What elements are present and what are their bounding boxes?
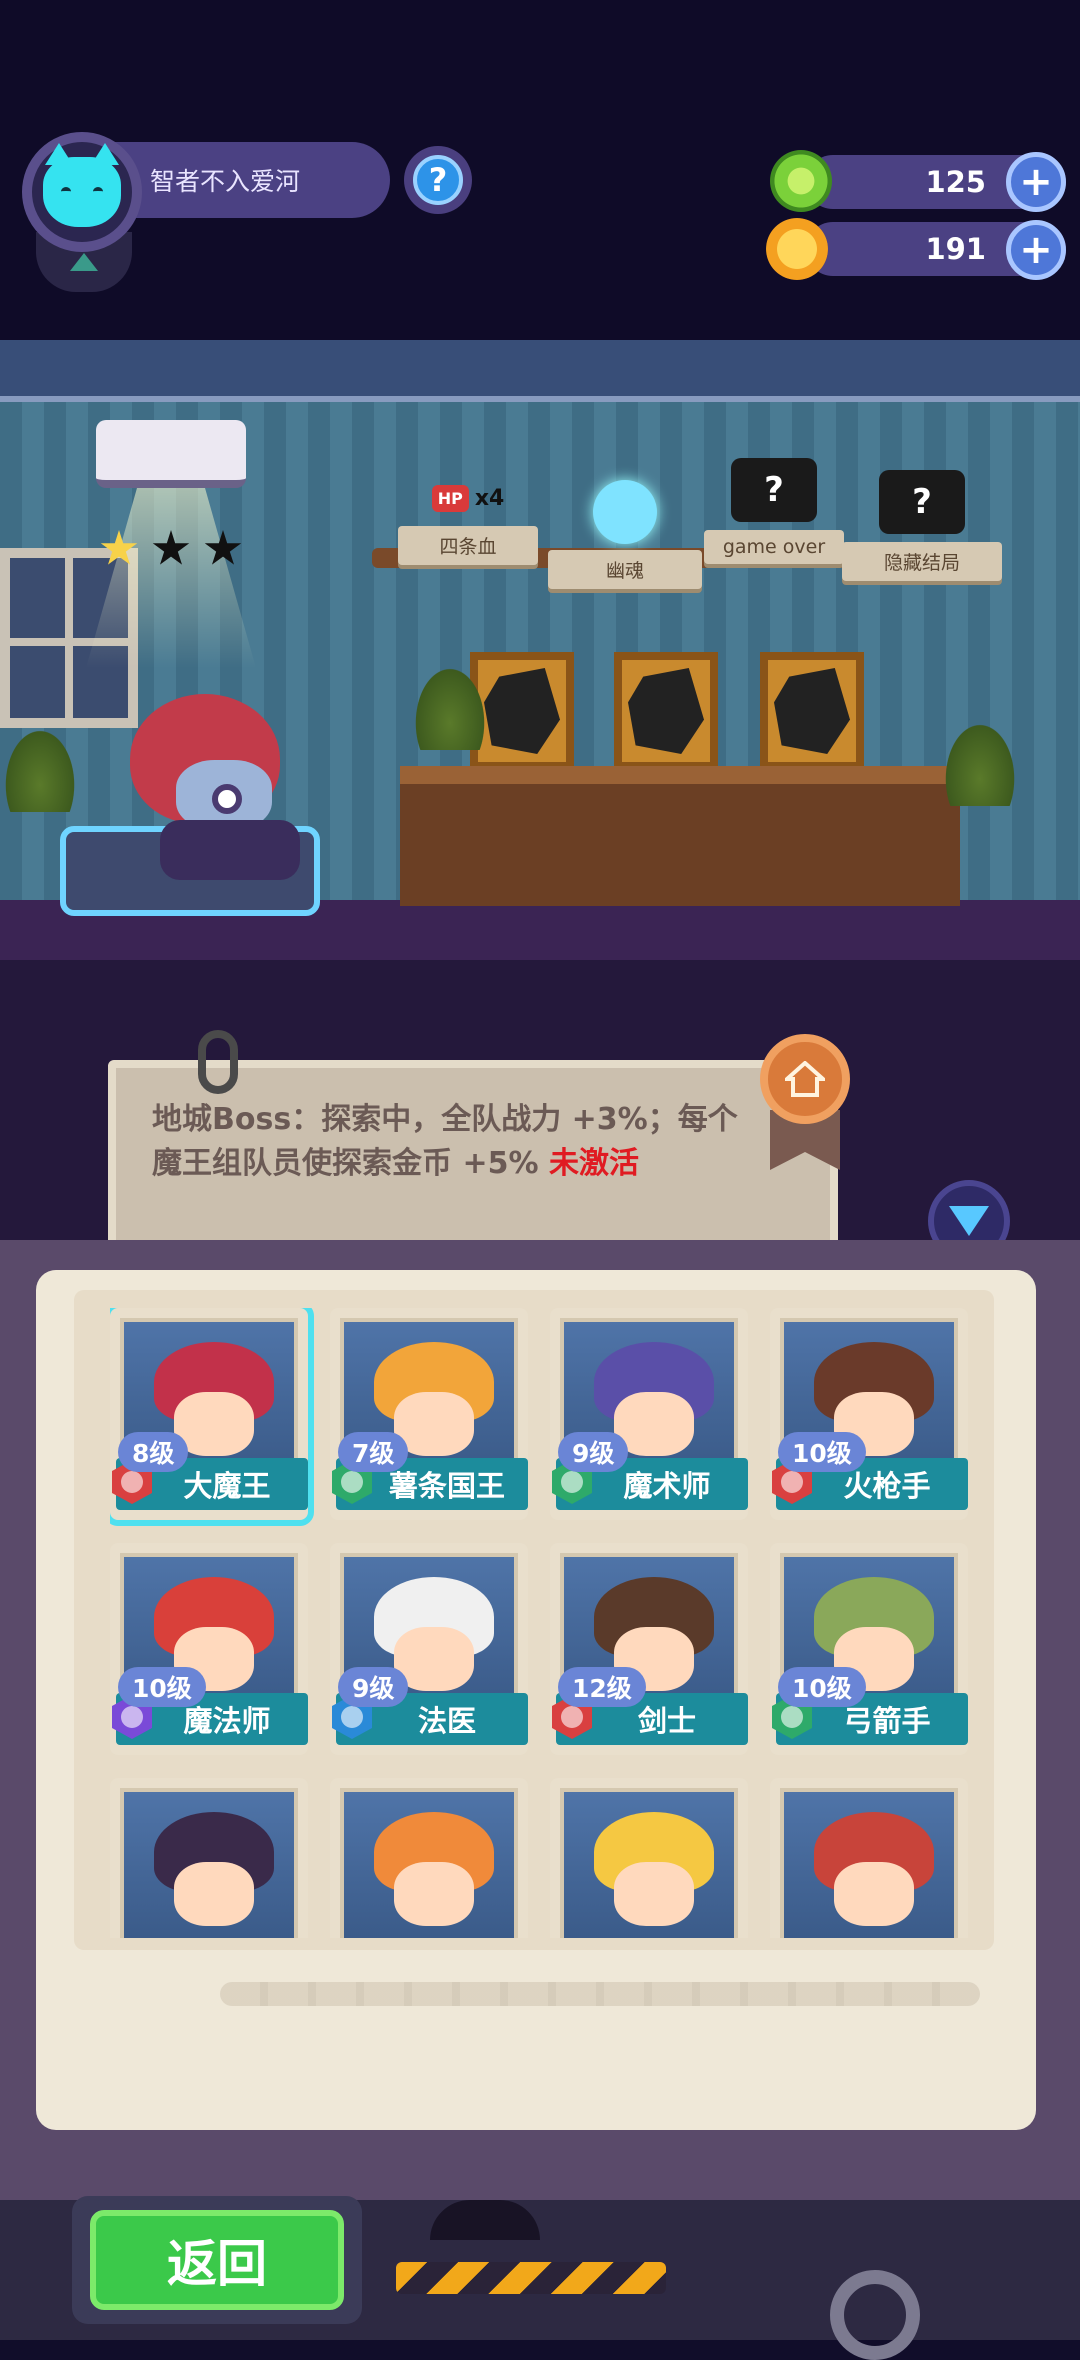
locked-frame-2	[614, 652, 718, 770]
bonus-text: 地城Boss：探索中，全队战力 +3%；每个魔王组队员使探索金币 +5%	[152, 1102, 738, 1181]
back-label: 返回	[90, 2210, 344, 2310]
hero-level: 8级	[118, 1432, 189, 1472]
filter-icon	[949, 1206, 989, 1236]
boss-body	[160, 820, 300, 880]
cat-avatar-icon	[43, 143, 121, 227]
room-ceiling	[0, 340, 1080, 402]
hero-face	[174, 1862, 254, 1926]
hero-portrait	[340, 1788, 518, 1938]
achievement-four-hp[interactable]: HP x4 四条血	[398, 470, 538, 565]
player-name: 智者不入爱河	[150, 167, 301, 196]
star-filled-icon	[100, 530, 138, 565]
gem-icon	[770, 150, 832, 212]
hero-face	[834, 1862, 914, 1926]
plant-icon	[940, 716, 1020, 806]
hero-card[interactable]	[110, 1778, 308, 1938]
bonus-status: 未激活	[548, 1146, 639, 1181]
hazard-stripe	[396, 2262, 666, 2294]
hero-card[interactable]: 魔术师 9级	[550, 1308, 748, 1520]
achievement-label: game over	[704, 530, 844, 564]
star-rating	[100, 530, 242, 568]
help-button[interactable]: ?	[404, 146, 472, 214]
projector-icon	[96, 420, 246, 488]
hp-battery-icon: HP	[431, 484, 469, 512]
paper-clip-icon	[198, 1030, 238, 1094]
hero-card[interactable]: 薯条国王 7级	[330, 1308, 528, 1520]
home-medal-button[interactable]	[760, 1034, 850, 1124]
achievement-game-over[interactable]: ? game over	[704, 458, 844, 564]
hero-level: 9级	[558, 1432, 629, 1472]
question-icon: ?	[413, 155, 463, 205]
gear-wheel-icon	[830, 2270, 920, 2360]
plant-icon	[0, 722, 80, 812]
add-coin-button[interactable]: +	[1006, 220, 1066, 280]
hero-level: 10级	[118, 1667, 206, 1707]
hero-level: 10级	[778, 1432, 866, 1472]
locked-frame-3	[760, 652, 864, 770]
hero-level: 12级	[558, 1667, 646, 1707]
hero-face	[614, 1862, 694, 1926]
achievement-hidden-ending[interactable]: ? 隐藏结局	[842, 470, 1002, 581]
hero-grid: 大魔王 8级 薯条国王 7级 魔术师 9级 火枪手 10级魔法师 10级 法医 9级 剑士 12级 弓箭手…	[110, 1308, 990, 1938]
hero-card[interactable]: 大魔王 8级	[110, 1308, 314, 1526]
coin-amount: 191	[925, 232, 986, 266]
hero-face	[394, 1862, 474, 1926]
hero-card[interactable]: 法医 9级	[330, 1543, 528, 1755]
hero-level: 10级	[778, 1667, 866, 1707]
home-icon	[785, 1061, 825, 1097]
triangle-icon	[70, 253, 98, 271]
hero-card[interactable]: 弓箭手 10级	[770, 1543, 968, 1755]
desk	[400, 766, 960, 906]
hero-card[interactable]: 魔法师 10级	[110, 1543, 308, 1755]
star-empty-icon	[204, 530, 242, 565]
locked-mystery-icon: ?	[879, 470, 965, 534]
locked-mystery-icon: ?	[731, 458, 817, 522]
back-button[interactable]: 返回	[72, 2196, 362, 2324]
hero-level: 9级	[338, 1667, 409, 1707]
hero-level: 7级	[338, 1432, 409, 1472]
gem-amount: 125	[925, 165, 986, 199]
hero-card[interactable]	[330, 1778, 528, 1938]
hp-count: x4	[474, 485, 505, 511]
hero-card[interactable]	[770, 1778, 968, 1938]
hero-portrait	[120, 1788, 298, 1938]
plant-icon	[410, 660, 490, 750]
star-empty-icon	[152, 530, 190, 565]
hero-portrait	[780, 1788, 958, 1938]
add-gem-button[interactable]: +	[1006, 152, 1066, 212]
page-footer-text	[220, 1982, 980, 2006]
hero-card[interactable]: 剑士 12级	[550, 1543, 748, 1755]
achievement-label: 幽魂	[548, 550, 702, 589]
player-name-pill[interactable]: 智者不入爱河	[110, 142, 390, 218]
hero-card[interactable]: 火枪手 10级	[770, 1308, 968, 1520]
hero-card[interactable]	[550, 1778, 748, 1938]
achievement-label: 隐藏结局	[842, 542, 1002, 581]
player-avatar[interactable]	[22, 132, 142, 252]
ghost-skull-icon	[593, 480, 657, 544]
achievement-label: 四条血	[398, 526, 538, 565]
coin-icon	[766, 218, 828, 280]
achievement-ghost[interactable]: 幽魂	[548, 480, 702, 589]
team-bonus-description: 地城Boss：探索中，全队战力 +3%；每个魔王组队员使探索金币 +5% 未激活	[152, 1098, 752, 1186]
hero-portrait	[560, 1788, 738, 1938]
boss-eye-icon	[212, 784, 242, 814]
